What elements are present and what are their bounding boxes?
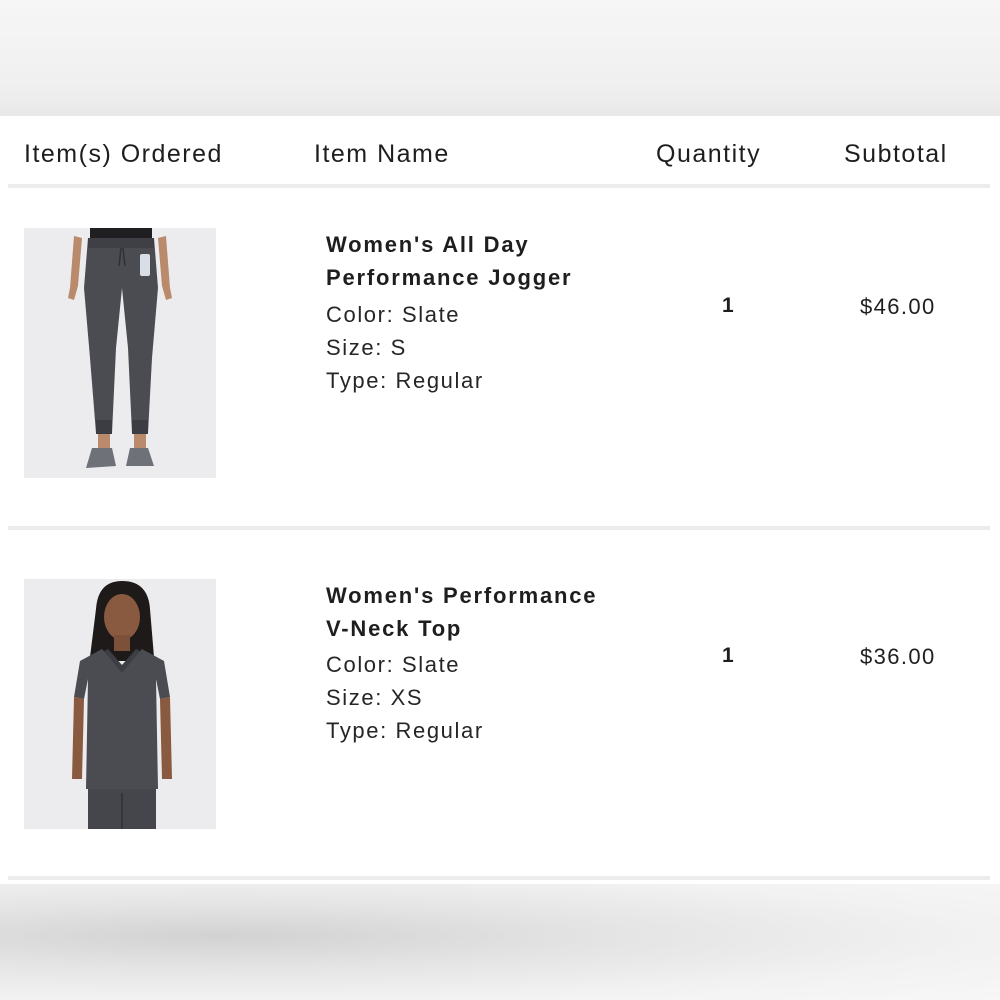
item-name-line: Women's All Day bbox=[326, 232, 530, 257]
header-item-name: Item Name bbox=[314, 140, 450, 168]
row-divider bbox=[8, 526, 990, 530]
header-items-ordered: Item(s) Ordered bbox=[24, 140, 223, 168]
order-items-table: Item(s) Ordered Item Name Quantity Subto… bbox=[0, 116, 1000, 884]
item-name-line: Performance Jogger bbox=[326, 265, 573, 290]
item-type: Type: Regular bbox=[326, 368, 484, 393]
item-name[interactable]: Women's Performance V-Neck Top bbox=[326, 579, 646, 645]
item-color: Color: Slate bbox=[326, 302, 461, 327]
vneck-top-product-image[interactable] bbox=[24, 579, 216, 829]
item-color: Color: Slate bbox=[326, 652, 461, 677]
blurred-background-bottom bbox=[0, 884, 1000, 1000]
item-quantity: 1 bbox=[722, 644, 734, 667]
item-size: Size: XS bbox=[326, 685, 424, 710]
vneck-top-photo-icon bbox=[24, 579, 216, 829]
item-quantity: 1 bbox=[722, 294, 734, 317]
item-name[interactable]: Women's All Day Performance Jogger bbox=[326, 228, 646, 294]
item-name-line: V-Neck Top bbox=[326, 616, 463, 641]
item-type: Type: Regular bbox=[326, 718, 484, 743]
jogger-pants-photo-icon bbox=[24, 228, 216, 478]
header-quantity: Quantity bbox=[656, 140, 762, 168]
item-size: Size: S bbox=[326, 335, 407, 360]
jogger-product-image[interactable] bbox=[24, 228, 216, 478]
header-divider bbox=[8, 184, 990, 188]
item-subtotal: $36.00 bbox=[860, 644, 936, 669]
item-subtotal: $46.00 bbox=[860, 294, 936, 319]
row-divider bbox=[8, 876, 990, 880]
header-subtotal: Subtotal bbox=[844, 140, 948, 168]
blurred-background-top bbox=[0, 0, 1000, 116]
item-name-line: Women's Performance bbox=[326, 583, 598, 608]
